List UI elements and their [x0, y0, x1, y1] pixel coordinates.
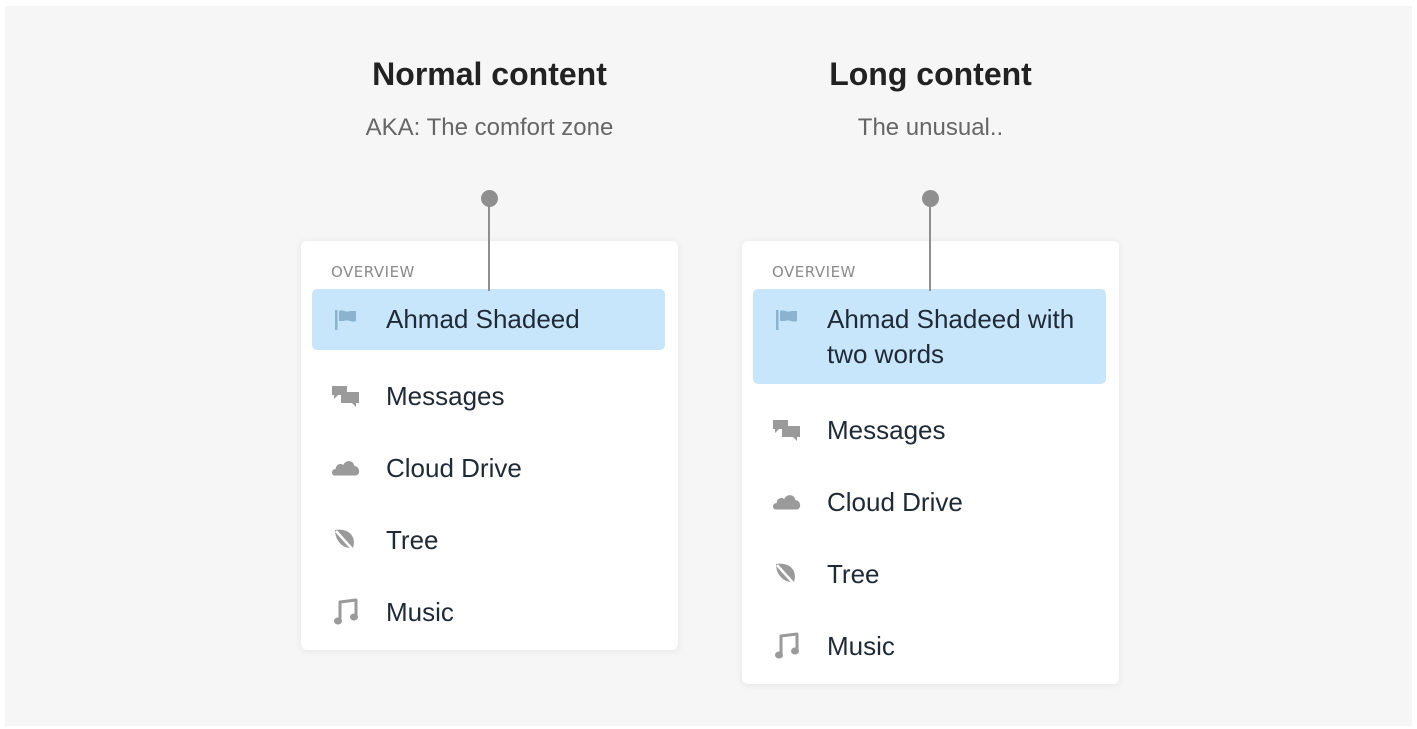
nav-item-label: Music	[827, 630, 895, 661]
section-label: OVERVIEW	[772, 263, 856, 281]
pin-line	[929, 201, 931, 291]
column-subtitle: AKA: The comfort zone	[365, 114, 614, 141]
canvas: Normal content AKA: The comfort zone OVE…	[5, 6, 1412, 726]
cloud-icon	[331, 454, 361, 482]
nav-item-ahmad-shadeed[interactable]: Ahmad Shadeed with two words	[753, 289, 1106, 384]
nav-item-messages[interactable]: Messages	[753, 394, 1106, 466]
nav-item-label: Cloud Drive	[827, 486, 963, 517]
nav-list: Ahmad Shadeed with two words Messages Cl…	[753, 289, 1106, 682]
cloud-icon	[772, 488, 802, 516]
nav-item-label: Ahmad Shadeed	[386, 304, 580, 334]
pin-line	[488, 201, 490, 291]
nav-list: Ahmad Shadeed Messages Cloud Drive Tree …	[312, 289, 665, 648]
nav-item-tree[interactable]: Tree	[753, 538, 1106, 610]
nav-item-cloud-drive[interactable]: Cloud Drive	[312, 432, 665, 504]
nav-item-cloud-drive[interactable]: Cloud Drive	[753, 466, 1106, 538]
nav-item-music[interactable]: Music	[753, 610, 1106, 682]
chat-bubbles-icon	[331, 382, 361, 410]
column-title: Long content	[829, 56, 1032, 92]
leaf-icon	[331, 526, 361, 554]
sidebar-card: OVERVIEW Ahmad Shadeed with two words Me…	[742, 241, 1119, 684]
nav-item-music[interactable]: Music	[312, 576, 665, 648]
nav-item-label: Messages	[827, 414, 946, 445]
nav-item-label: Messages	[386, 380, 505, 411]
chat-bubbles-icon	[772, 416, 802, 444]
flag-icon	[331, 306, 361, 334]
nav-item-label: Music	[386, 596, 454, 627]
flag-icon	[772, 306, 802, 334]
nav-item-label: Tree	[827, 558, 880, 589]
music-note-icon	[331, 598, 361, 626]
nav-item-label: Tree	[386, 524, 439, 555]
nav-item-label: Cloud Drive	[386, 452, 522, 483]
column-subtitle: The unusual..	[857, 114, 1004, 141]
nav-item-messages[interactable]: Messages	[312, 360, 665, 432]
music-note-icon	[772, 632, 802, 660]
leaf-icon	[772, 560, 802, 588]
nav-item-label: Ahmad Shadeed with two words	[827, 304, 1075, 369]
section-label: OVERVIEW	[331, 263, 415, 281]
column-title: Normal content	[372, 56, 607, 92]
sidebar-card: OVERVIEW Ahmad Shadeed Messages Cloud Dr…	[301, 241, 678, 650]
nav-item-tree[interactable]: Tree	[312, 504, 665, 576]
nav-item-ahmad-shadeed[interactable]: Ahmad Shadeed	[312, 289, 665, 350]
